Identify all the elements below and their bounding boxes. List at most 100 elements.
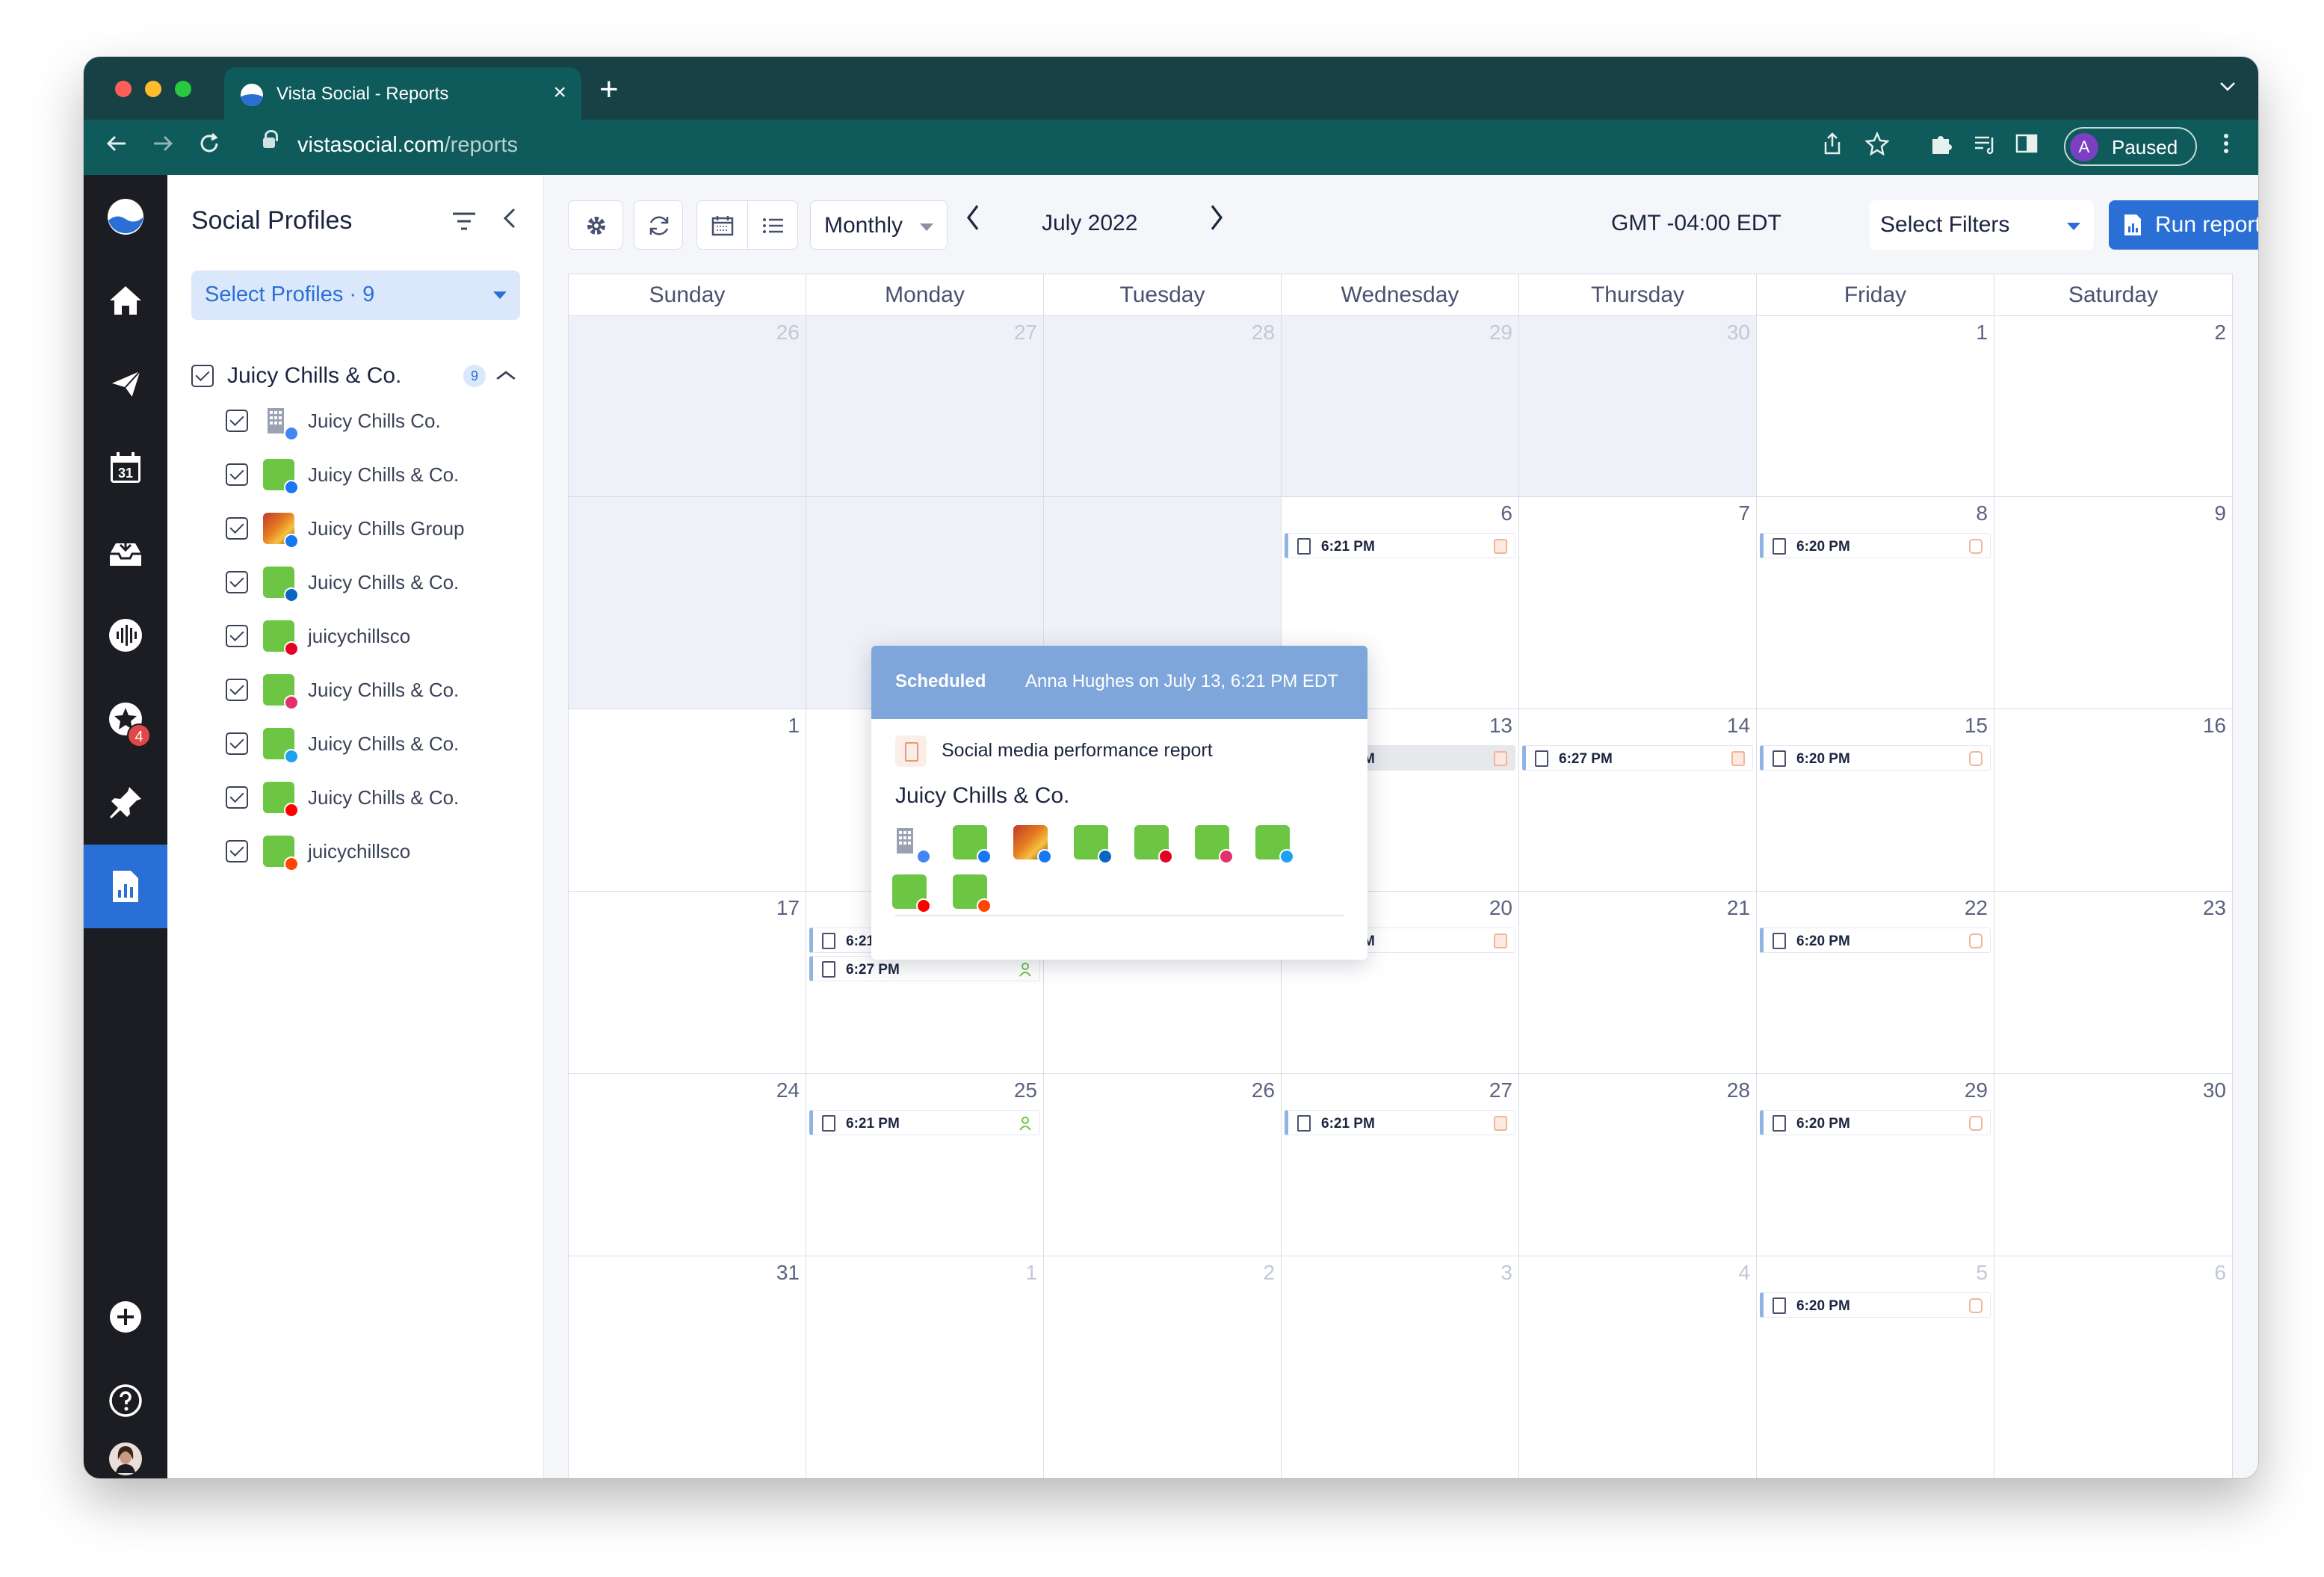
sort-filter-icon[interactable]: [451, 211, 477, 232]
calendar-view-icon[interactable]: [711, 214, 735, 238]
calendar-day-cell[interactable]: 30: [1994, 1074, 2232, 1256]
browser-profile-button[interactable]: A Paused: [2064, 127, 2197, 166]
reviews-star-icon[interactable]: 4: [84, 677, 167, 761]
calendar-day-cell[interactable]: 27: [806, 316, 1044, 497]
vista-social-logo-icon[interactable]: [84, 175, 167, 259]
calendar-day-cell[interactable]: 31: [569, 1256, 806, 1478]
calendar-day-cell[interactable]: 21: [1519, 892, 1757, 1074]
calendar-day-cell[interactable]: 2: [1994, 316, 2232, 497]
calendar-day-cell[interactable]: 5 6:20 PM: [1757, 1256, 1994, 1478]
chevron-up-icon[interactable]: [495, 362, 517, 386]
select-profiles-dropdown[interactable]: Select Profiles · 9: [191, 271, 520, 320]
new-tab-button[interactable]: +: [599, 70, 619, 109]
scheduled-report-event[interactable]: 6:20 PM: [1760, 928, 1991, 953]
profile-row[interactable]: Juicy Chills & Co.: [226, 671, 525, 710]
calendar-day-cell[interactable]: 22 6:20 PM: [1757, 892, 1994, 1074]
scheduled-report-event[interactable]: 6:20 PM: [1760, 533, 1991, 558]
calendar-day-cell[interactable]: 17: [569, 892, 806, 1074]
scheduled-report-event[interactable]: 6:20 PM: [1760, 1110, 1991, 1135]
add-circle-icon[interactable]: [84, 1275, 167, 1359]
calendar-day-cell[interactable]: 28: [1044, 316, 1282, 497]
profile-checkbox[interactable]: [226, 840, 248, 862]
calendar-day-cell[interactable]: 4: [1519, 1256, 1757, 1478]
list-view-icon[interactable]: [761, 214, 785, 238]
scheduled-report-event[interactable]: 6:21 PM: [1285, 1110, 1515, 1135]
calendar-day-cell[interactable]: 2: [1044, 1256, 1282, 1478]
run-report-button[interactable]: Run report: [2109, 200, 2258, 250]
collapse-panel-chevron-icon[interactable]: [502, 206, 517, 237]
next-month-button[interactable]: [1209, 202, 1224, 242]
calendar-day-cell[interactable]: 9: [1994, 497, 2232, 709]
calendar-day-cell[interactable]: 15 6:20 PM: [1757, 709, 1994, 892]
account-avatar[interactable]: [84, 1417, 167, 1478]
maximize-window-button[interactable]: [175, 81, 191, 97]
pin-icon[interactable]: [84, 761, 167, 845]
calendar-day-cell[interactable]: 24: [569, 1074, 806, 1256]
refresh-button[interactable]: [634, 200, 683, 250]
extensions-puzzle-icon[interactable]: [1929, 132, 1953, 164]
profile-checkbox[interactable]: [226, 732, 248, 755]
browser-tab[interactable]: Vista Social - Reports ×: [224, 67, 581, 120]
tab-search-chevron-icon[interactable]: [2219, 73, 2236, 97]
calendar-day-cell[interactable]: 1: [1757, 316, 1994, 497]
prev-month-button[interactable]: [965, 202, 980, 242]
listening-audio-icon[interactable]: [84, 593, 167, 677]
calendar-day-cell[interactable]: 1: [806, 1256, 1044, 1478]
profile-checkbox[interactable]: [226, 625, 248, 647]
calendar-day-cell[interactable]: 6: [1994, 1256, 2232, 1478]
select-filters-dropdown[interactable]: Select Filters: [1870, 200, 2094, 250]
profile-row[interactable]: Juicy Chills & Co.: [226, 725, 525, 764]
reading-list-icon[interactable]: [1973, 132, 1997, 164]
popover-report-name[interactable]: Social media performance report: [942, 740, 1213, 762]
tab-close-icon[interactable]: ×: [553, 79, 566, 106]
publish-paper-plane-icon[interactable]: [84, 342, 167, 426]
profile-checkbox[interactable]: [226, 571, 248, 593]
calendar-day-cell[interactable]: 29: [1282, 316, 1519, 497]
scheduled-report-event[interactable]: 6:20 PM: [1760, 1292, 1991, 1318]
reports-icon[interactable]: [84, 845, 167, 928]
scheduled-report-event[interactable]: 6:27 PM: [809, 956, 1040, 981]
profile-row[interactable]: Juicy Chills Group: [226, 510, 525, 549]
calendar-day-cell[interactable]: 30: [1519, 316, 1757, 497]
home-icon[interactable]: [84, 259, 167, 342]
profile-checkbox[interactable]: [226, 786, 248, 809]
calendar-day-cell[interactable]: 26: [1044, 1074, 1282, 1256]
scheduled-report-event[interactable]: 6:21 PM: [809, 1110, 1040, 1135]
profile-row[interactable]: Juicy Chills & Co.: [226, 564, 525, 602]
profile-checkbox[interactable]: [226, 517, 248, 540]
calendar-day-cell[interactable]: 28: [1519, 1074, 1757, 1256]
profile-checkbox[interactable]: [226, 410, 248, 432]
calendar-day-cell[interactable]: 23: [1994, 892, 2232, 1074]
profile-row[interactable]: Juicy Chills & Co.: [226, 779, 525, 818]
side-panel-icon[interactable]: [2015, 132, 2039, 164]
calendar-day-cell[interactable]: 25 6:21 PM: [806, 1074, 1044, 1256]
calendar-day-cell[interactable]: [569, 497, 806, 709]
profile-checkbox[interactable]: [226, 679, 248, 701]
calendar-day-cell[interactable]: 26: [569, 316, 806, 497]
profile-row[interactable]: Juicy Chills Co.: [226, 402, 525, 441]
profile-row[interactable]: Juicy Chills & Co.: [226, 456, 525, 495]
calendar-day-cell[interactable]: 3: [1282, 1256, 1519, 1478]
calendar-day-cell[interactable]: 29 6:20 PM: [1757, 1074, 1994, 1256]
calendar-day-cell[interactable]: 8 6:20 PM: [1757, 497, 1994, 709]
profile-checkbox[interactable]: [226, 463, 248, 486]
scheduled-report-event[interactable]: 6:20 PM: [1760, 745, 1991, 771]
calendar-day-cell[interactable]: 14 6:27 PM: [1519, 709, 1757, 892]
calendar-day-cell[interactable]: 7: [1519, 497, 1757, 709]
browser-menu-icon[interactable]: [2222, 132, 2230, 164]
period-select[interactable]: Monthly: [810, 200, 948, 250]
profile-group-row[interactable]: Juicy Chills & Co. 9: [191, 360, 520, 393]
profile-row[interactable]: juicychillsco: [226, 833, 525, 871]
calendar-day-cell[interactable]: 27 6:21 PM: [1282, 1074, 1519, 1256]
reload-icon[interactable]: [196, 130, 223, 165]
forward-arrow-icon[interactable]: [149, 130, 176, 165]
calendar-day-cell[interactable]: 1: [569, 709, 806, 892]
scheduled-report-event[interactable]: 6:27 PM: [1522, 745, 1753, 771]
calendar-icon[interactable]: 31: [84, 426, 167, 510]
calendar-day-cell[interactable]: 16: [1994, 709, 2232, 892]
share-icon[interactable]: [1822, 132, 1843, 164]
back-arrow-icon[interactable]: [103, 130, 130, 165]
profile-row[interactable]: juicychillsco: [226, 617, 525, 656]
address-bar[interactable]: vistasocial.com/reports: [297, 133, 518, 158]
minimize-window-button[interactable]: [145, 81, 161, 97]
